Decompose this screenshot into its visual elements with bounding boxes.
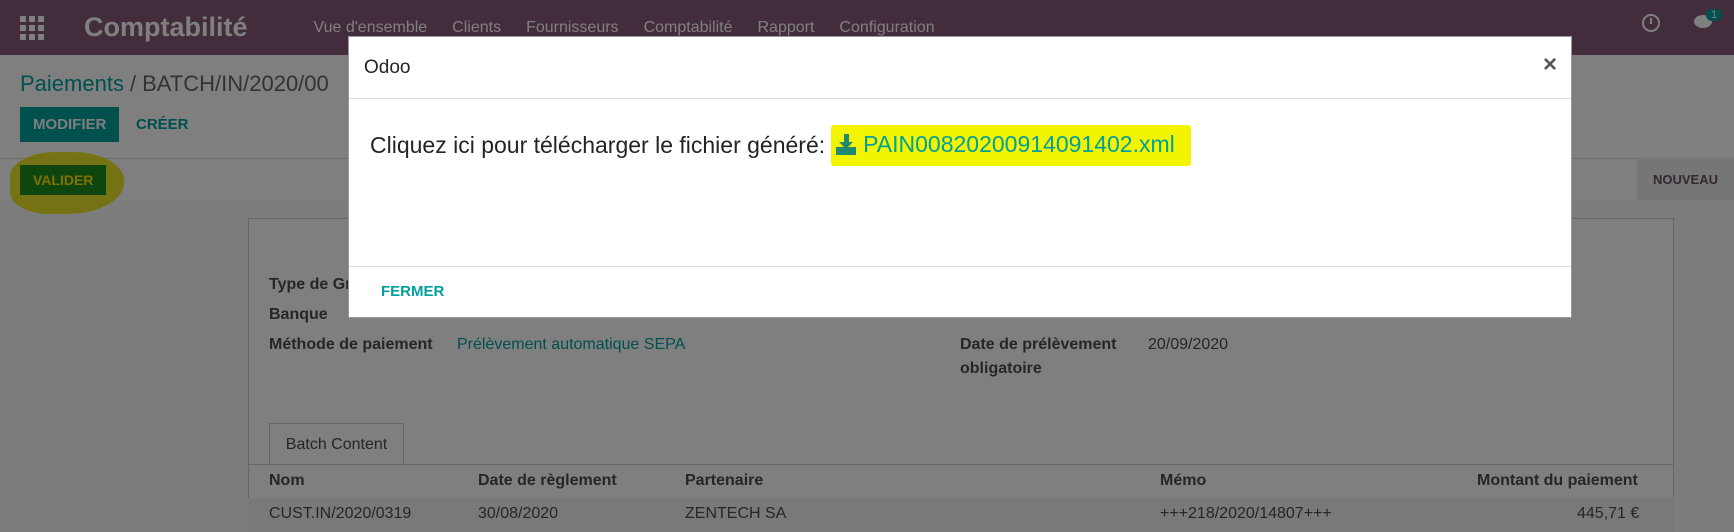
- modal-header: Odoo ×: [349, 37, 1571, 99]
- download-icon: [835, 133, 857, 156]
- close-icon[interactable]: ×: [1543, 51, 1557, 79]
- download-file-link[interactable]: PAIN00820200914091402.xml: [831, 125, 1191, 166]
- fermer-button[interactable]: FERMER: [381, 283, 444, 300]
- modal-title: Odoo: [364, 57, 411, 78]
- file-name[interactable]: PAIN00820200914091402.xml: [863, 131, 1175, 158]
- modal-footer: FERMER: [349, 267, 1571, 319]
- download-dialog: Odoo × Cliquez ici pour télécharger le f…: [348, 36, 1572, 318]
- download-message: Cliquez ici pour télécharger le fichier …: [370, 125, 1191, 166]
- download-text: Cliquez ici pour télécharger le fichier …: [370, 132, 826, 158]
- modal-body: Cliquez ici pour télécharger le fichier …: [349, 99, 1571, 267]
